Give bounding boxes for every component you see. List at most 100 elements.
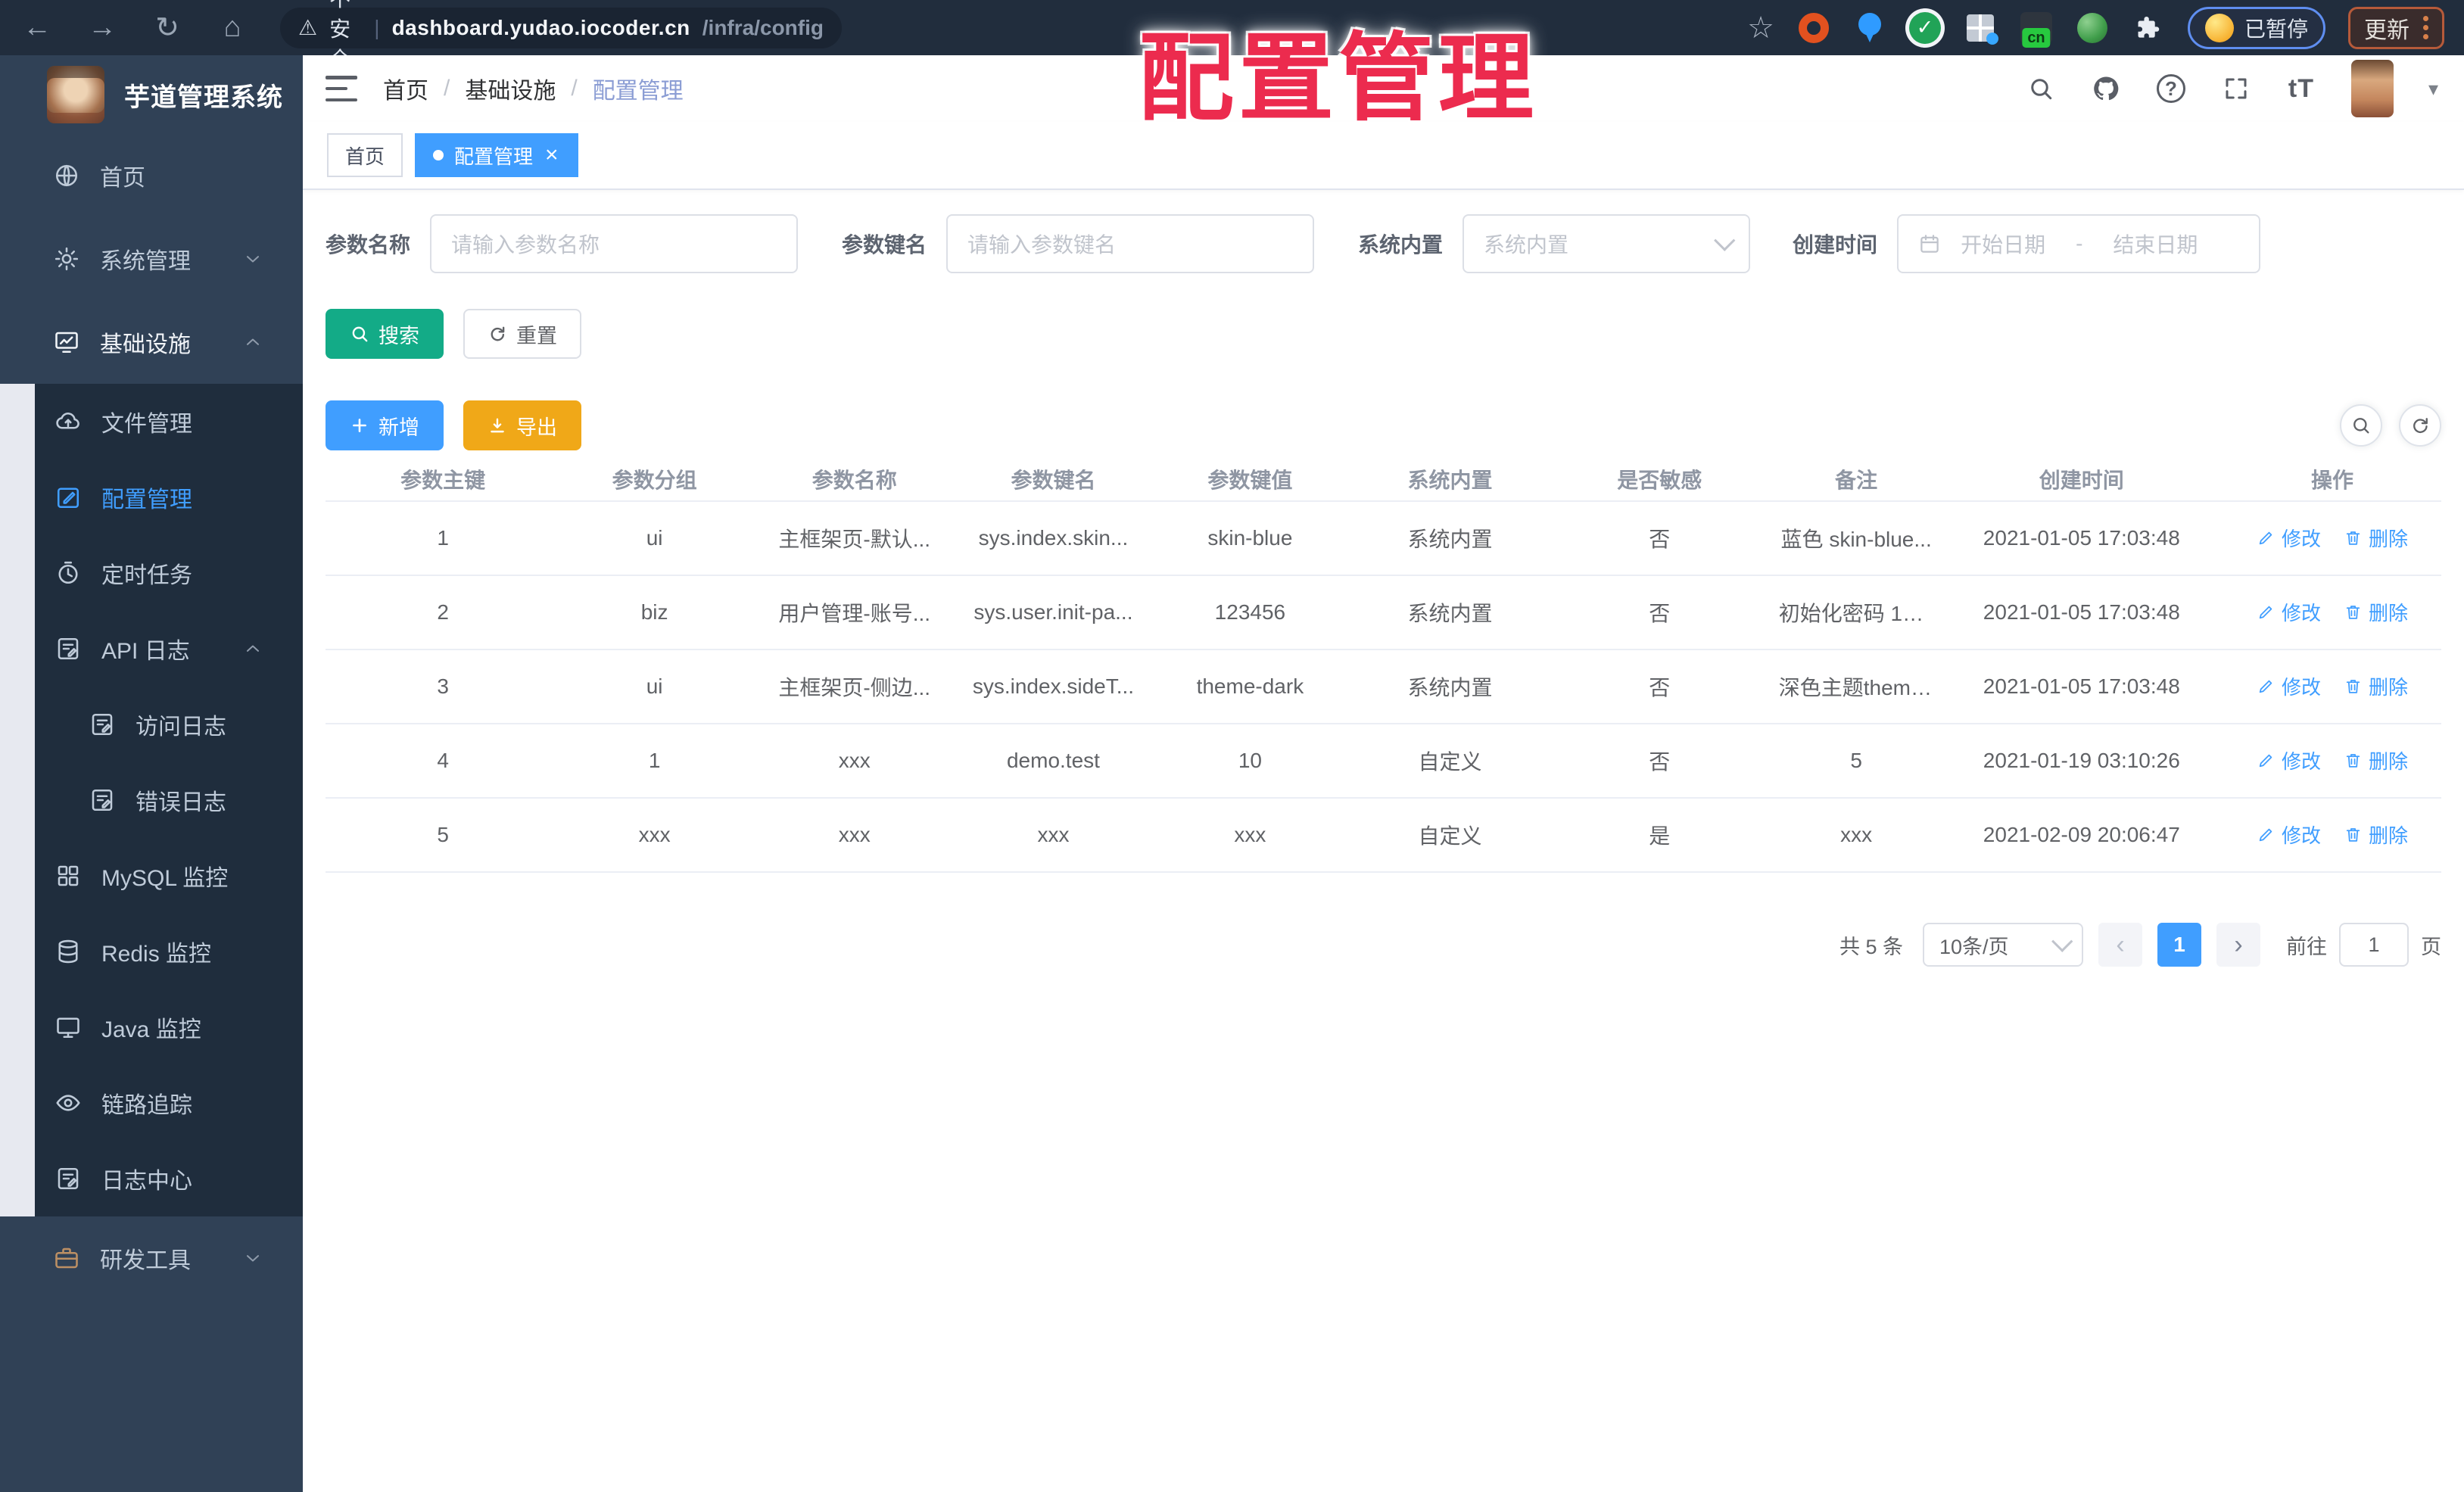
search-button[interactable]: 搜索 xyxy=(326,309,444,359)
sidebar-item-Java 监控[interactable]: Java 监控 xyxy=(0,989,303,1065)
filter-builtin-label: 系统内置 xyxy=(1358,233,1444,257)
browser-update-button[interactable]: 更新 xyxy=(2348,6,2444,49)
delete-button[interactable]: 删除 xyxy=(2344,746,2408,774)
goto-page-input[interactable]: 1 xyxy=(2339,923,2409,967)
delete-button[interactable]: 删除 xyxy=(2344,821,2408,849)
cell-operations: 修改 删除 xyxy=(2223,724,2441,799)
forward-icon[interactable]: → xyxy=(85,11,120,44)
cell-name: 用户管理-账号... xyxy=(748,575,961,650)
paused-badge[interactable]: 已暂停 xyxy=(2187,6,2325,49)
tab-label: 首页 xyxy=(345,145,385,168)
extension-check-icon[interactable]: ✓ xyxy=(1908,11,1941,44)
extension-leaf-icon[interactable] xyxy=(2076,11,2109,45)
edit-button[interactable]: 修改 xyxy=(2257,746,2321,774)
page-size-select[interactable]: 10条/页 xyxy=(1923,923,2083,967)
cell-id: 2 xyxy=(326,575,561,650)
tags-view-bar: 首页 配置管理 × xyxy=(303,122,2464,190)
sidebar-item-配置管理[interactable]: 配置管理 xyxy=(0,459,303,535)
address-bar[interactable]: ⚠ 不安全 | dashboard.yudao.iocoder.cn/infra… xyxy=(280,0,842,71)
help-icon[interactable]: ? xyxy=(2156,73,2186,104)
page-unit-label: 页 xyxy=(2421,935,2441,958)
cell-value: xxx xyxy=(1146,798,1354,873)
browser-menu-icon[interactable] xyxy=(2423,16,2428,39)
close-icon[interactable]: × xyxy=(544,144,560,167)
edit-button[interactable]: 修改 xyxy=(2257,672,2321,700)
breadcrumb-item-1[interactable]: 首页 xyxy=(383,72,428,105)
search-actions-row: 搜索 重置 xyxy=(326,309,2441,359)
hide-search-button[interactable] xyxy=(2340,404,2382,447)
active-tab-dot-icon xyxy=(433,150,444,160)
sidebar-item-日志中心[interactable]: 日志中心 xyxy=(0,1141,303,1216)
table-row: 1 ui 主框架页-默认... sys.index.skin... skin-blue 系… xyxy=(326,501,2441,576)
extension-grid-icon[interactable] xyxy=(1964,11,1998,45)
back-icon[interactable]: ← xyxy=(20,11,55,44)
filter-builtin-select[interactable]: 系统内置 xyxy=(1463,214,1751,273)
edit-button[interactable]: 修改 xyxy=(2257,821,2321,849)
font-size-icon[interactable]: tT xyxy=(2286,73,2316,104)
next-page-button[interactable]: › xyxy=(2216,923,2260,967)
sidebar-item-API 日志[interactable]: API 日志 xyxy=(0,611,303,687)
extension-orange-icon[interactable] xyxy=(1797,11,1830,45)
add-button[interactable]: 新增 xyxy=(326,400,444,450)
sidebar-item-研发工具[interactable]: 研发工具 xyxy=(0,1216,303,1300)
export-button[interactable]: 导出 xyxy=(463,400,581,450)
sidebar-item-Redis 监控[interactable]: Redis 监控 xyxy=(0,914,303,989)
breadcrumb-item-2[interactable]: 基础设施 xyxy=(465,72,556,105)
page-1-button[interactable]: 1 xyxy=(2157,923,2201,967)
sidebar-scrollbar[interactable] xyxy=(0,384,35,1216)
sidebar-item-定时任务[interactable]: 定时任务 xyxy=(0,535,303,611)
gear-icon xyxy=(53,245,80,273)
home-icon[interactable]: ⌂ xyxy=(215,11,250,44)
tab-配置管理[interactable]: 配置管理 × xyxy=(415,133,578,177)
sidebar-item-系统管理[interactable]: 系统管理 xyxy=(0,217,303,301)
sidebar-item-错误日志[interactable]: 错误日志 xyxy=(0,762,303,838)
user-menu-caret-icon[interactable]: ▾ xyxy=(2428,77,2438,101)
filter-key-input[interactable]: 请输入参数键名 xyxy=(946,214,1315,273)
cell-name: 主框架页-侧边... xyxy=(748,649,961,724)
user-avatar[interactable] xyxy=(2350,60,2394,117)
pencil-icon xyxy=(2257,825,2276,844)
sidebar-item-label: API 日志 xyxy=(101,639,190,664)
start-date-placeholder: 开始日期 xyxy=(1961,233,2046,257)
sidebar-item-基础设施[interactable]: 基础设施 xyxy=(0,301,303,384)
bookmark-star-icon[interactable]: ☆ xyxy=(1747,11,1774,45)
sidebar-item-首页[interactable]: 首页 xyxy=(0,134,303,217)
search-icon[interactable] xyxy=(2026,73,2056,104)
sidebar-item-label: 配置管理 xyxy=(101,487,192,512)
cell-id: 3 xyxy=(326,649,561,724)
sidebar-item-label: 错误日志 xyxy=(136,790,226,815)
prev-page-button[interactable]: ‹ xyxy=(2098,923,2142,967)
extensions-puzzle-icon[interactable] xyxy=(2132,11,2165,45)
extension-cn-icon[interactable]: cn xyxy=(2020,11,2053,48)
filter-name-input[interactable]: 请输入参数名称 xyxy=(430,214,799,273)
delete-button[interactable]: 删除 xyxy=(2344,524,2408,552)
sidebar-logo-row[interactable]: 芋道管理系统 xyxy=(0,55,303,134)
edit-button[interactable]: 修改 xyxy=(2257,598,2321,626)
edit-button[interactable]: 修改 xyxy=(2257,524,2321,552)
column-header-是否敏感: 是否敏感 xyxy=(1546,457,1773,502)
sidebar-item-MySQL 监控[interactable]: MySQL 监控 xyxy=(0,838,303,914)
fullscreen-icon[interactable] xyxy=(2221,73,2251,104)
sidebar-item-链路追踪[interactable]: 链路追踪 xyxy=(0,1065,303,1141)
refresh-button[interactable] xyxy=(2399,404,2441,447)
sidebar-collapse-icon[interactable] xyxy=(326,76,357,101)
delete-button[interactable]: 删除 xyxy=(2344,598,2408,626)
sidebar-item-文件管理[interactable]: 文件管理 xyxy=(0,384,303,459)
cell-remark: 初始化密码 123... xyxy=(1772,575,1940,650)
breadcrumb-separator: / xyxy=(571,76,578,101)
github-icon[interactable] xyxy=(2091,73,2121,104)
cell-sensitive: 否 xyxy=(1546,724,1773,799)
app-screen: ← → ↻ ⌂ ⚠ 不安全 | dashboard.yudao.iocoder.… xyxy=(0,0,2464,1492)
sidebar-item-访问日志[interactable]: 访问日志 xyxy=(0,687,303,762)
filter-key-label: 参数键名 xyxy=(842,233,927,257)
sidebar-item-label: 系统管理 xyxy=(100,249,191,274)
page-content: 参数名称 请输入参数名称 参数键名 请输入参数键名 系统内置 系统内置 创建时间… xyxy=(303,190,2464,1492)
filter-daterange-picker[interactable]: 开始日期 - 结束日期 xyxy=(1897,214,2261,273)
reload-icon[interactable]: ↻ xyxy=(150,11,185,45)
tab-首页[interactable]: 首页 xyxy=(327,133,403,177)
globe-icon xyxy=(53,162,80,189)
delete-button[interactable]: 删除 xyxy=(2344,672,2408,700)
extension-pin-icon[interactable] xyxy=(1853,11,1886,45)
column-header-参数键值: 参数键值 xyxy=(1146,457,1354,502)
reset-button[interactable]: 重置 xyxy=(463,309,581,359)
